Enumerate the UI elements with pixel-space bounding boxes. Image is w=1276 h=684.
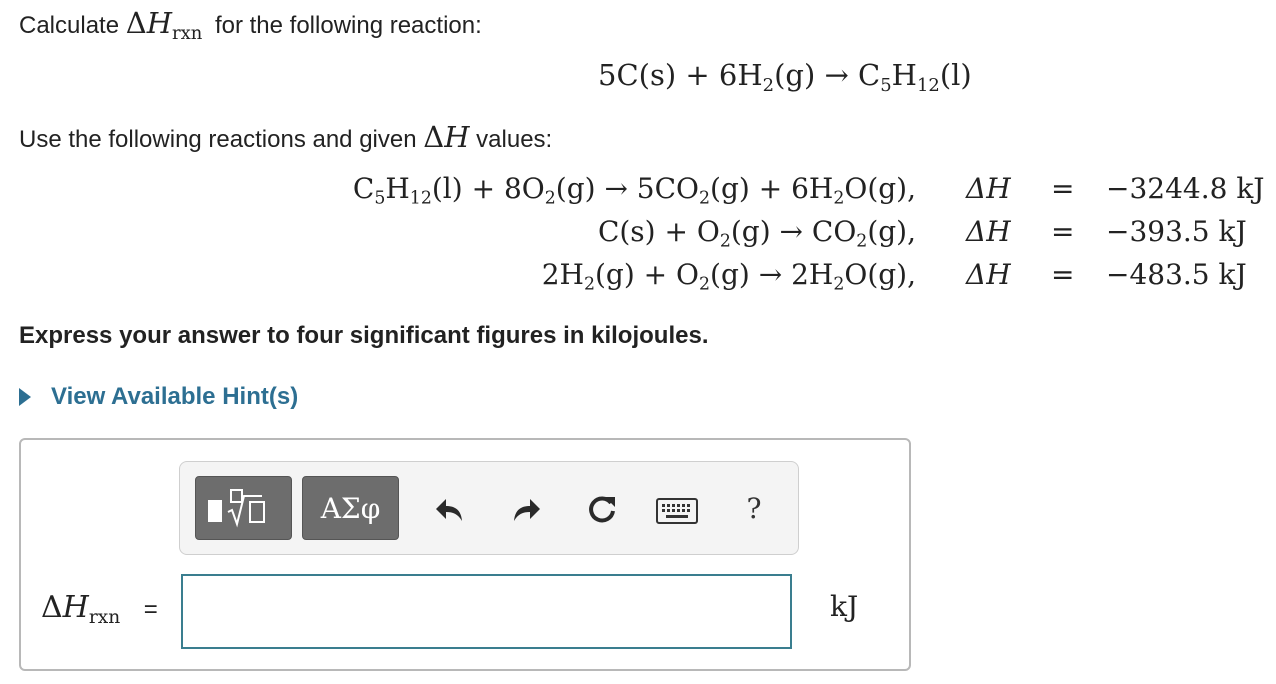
square-root-template-icon [207, 489, 265, 528]
target-reaction: 5C(s) + 6H2(g) → C5H12(l) [598, 58, 972, 94]
undo-icon[interactable] [430, 492, 470, 528]
rxn-subscript: rxn [88, 606, 121, 628]
eq-part: C [352, 172, 375, 205]
eq-part: (g) + O [595, 258, 699, 291]
reaction-2-equals: = [1051, 215, 1075, 248]
redo-icon[interactable] [506, 492, 546, 528]
unit-label: kJ [830, 590, 859, 623]
equals-sign: = [143, 596, 158, 623]
reaction-2-dh-label: ΔH [966, 215, 1011, 248]
reaction-1-dh-label: ΔH [966, 172, 1011, 205]
templates-button[interactable] [195, 476, 292, 540]
instructions-text: Express your answer to four significant … [19, 322, 709, 349]
delta-symbol: Δ [423, 120, 445, 154]
target-lhs-sub: 2 [762, 74, 775, 96]
h-symbol: H [444, 120, 470, 154]
delta-h-symbol: ΔH [423, 120, 469, 154]
eq-sub: 2 [544, 188, 556, 209]
question-prompt: Calculate ΔHrxn for the following reacti… [19, 6, 482, 42]
reaction-3-dh-label: ΔH [966, 258, 1011, 291]
delta-symbol: Δ [125, 6, 147, 40]
h-symbol: H [62, 590, 89, 625]
eq-part: (g) → 2H [710, 258, 834, 291]
reaction-1-value: −3244.8 kJ [1106, 172, 1265, 205]
eq-sub: 2 [699, 274, 711, 295]
target-rhs-sub1: 5 [880, 74, 892, 96]
prompt-prefix: Calculate [19, 12, 120, 39]
eq-part: H [385, 172, 410, 205]
h-symbol: H [146, 6, 172, 40]
use-text-prefix: Use the following reactions and given [19, 126, 417, 153]
reaction-3-equation: 2H2(g) + O2(g) → 2H2O(g), [316, 258, 916, 293]
eq-part: (g), [867, 215, 916, 248]
target-lhs-part1: 5C(s) + 6H [598, 58, 763, 92]
eq-sub: 5 [374, 188, 386, 209]
help-icon[interactable]: ? [736, 490, 772, 526]
reaction-3-equals: = [1051, 258, 1075, 291]
greek-symbols-button[interactable]: ΑΣφ [302, 476, 399, 540]
use-text-suffix: values: [476, 126, 553, 153]
eq-part: O(g), [844, 172, 916, 205]
eq-sub: 2 [583, 274, 595, 295]
eq-part: (g) + 6H [710, 172, 834, 205]
math-toolbar: ΑΣφ ? [179, 461, 799, 555]
use-reactions-text: Use the following reactions and given ΔH… [19, 120, 552, 154]
eq-sub: 2 [856, 231, 868, 252]
delta-h-rxn-symbol: ΔHrxn [125, 6, 203, 42]
target-rhs-sub2: 12 [916, 74, 940, 96]
reset-icon[interactable] [582, 492, 622, 528]
reaction-1-equals: = [1051, 172, 1075, 205]
reaction-3-value: −483.5 kJ [1106, 258, 1247, 291]
target-rhs-mid: H [891, 58, 917, 92]
target-lhs-part2: (g) → C [774, 58, 881, 92]
eq-part: 2H [541, 258, 584, 291]
eq-sub: 2 [699, 188, 711, 209]
eq-sub: 2 [833, 274, 845, 295]
reaction-1-equation: C5H12(l) + 8O2(g) → 5CO2(g) + 6H2O(g), [316, 172, 916, 207]
eq-sub: 12 [409, 188, 432, 209]
eq-part: (l) + 8O [431, 172, 545, 205]
answer-input[interactable] [181, 574, 792, 649]
target-rhs-end: (l) [939, 58, 972, 92]
reaction-2-equation: C(s) + O2(g) → CO2(g), [316, 215, 916, 250]
caret-right-icon [19, 388, 31, 406]
eq-sub: 2 [833, 188, 845, 209]
delta-symbol: Δ [41, 590, 63, 625]
reaction-2-value: −393.5 kJ [1106, 215, 1247, 248]
eq-part: (g) → 5CO [555, 172, 699, 205]
eq-sub: 2 [719, 231, 731, 252]
answer-label: ΔHrxn = [41, 590, 158, 628]
eq-part: C(s) + O [597, 215, 720, 248]
eq-part: O(g), [844, 258, 916, 291]
view-hints-link[interactable]: View Available Hint(s) [19, 383, 298, 411]
rxn-subscript: rxn [171, 22, 203, 44]
hint-link-label[interactable]: View Available Hint(s) [51, 383, 298, 411]
eq-part: (g) → CO [730, 215, 857, 248]
keyboard-icon[interactable] [654, 496, 700, 526]
prompt-suffix: for the following reaction: [214, 12, 482, 39]
